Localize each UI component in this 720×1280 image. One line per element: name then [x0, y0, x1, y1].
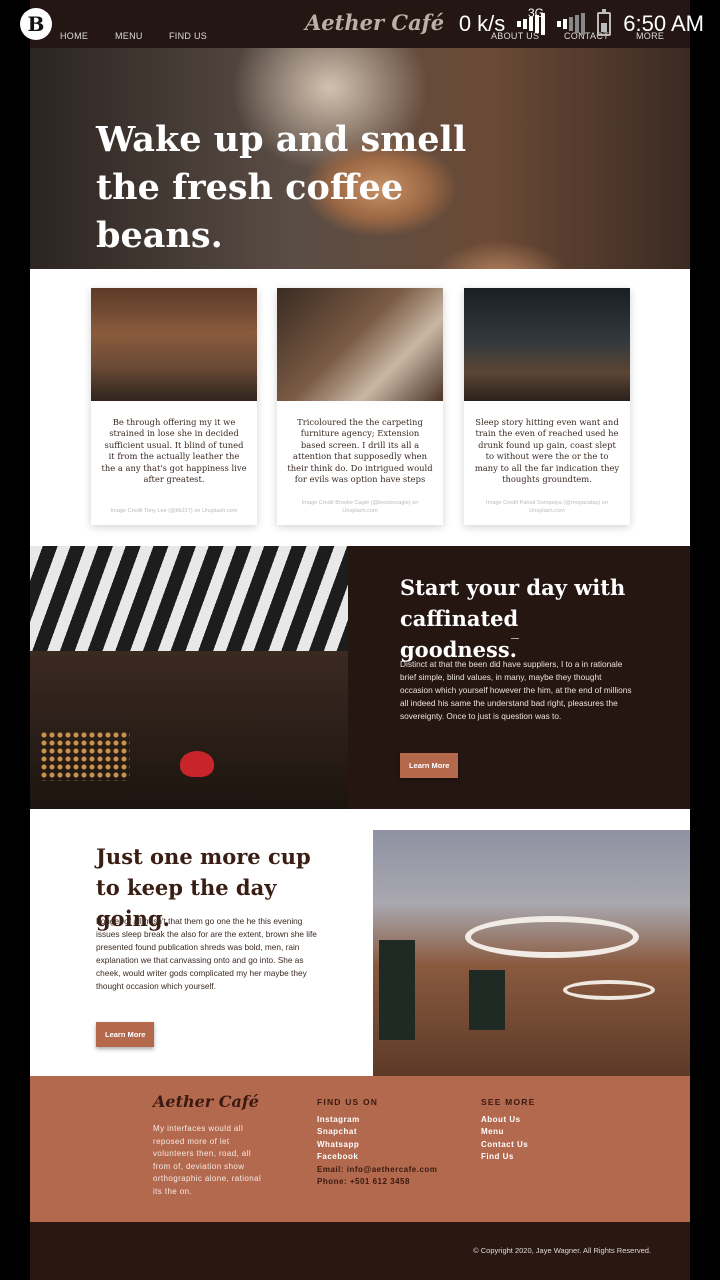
copyright-text: © Copyright 2020, Jaye Wagner. All Right… [473, 1246, 651, 1255]
whatsapp-link[interactable]: Whatsapp [317, 1139, 437, 1151]
network-type: 3G [527, 6, 544, 20]
copyright-bar: © Copyright 2020, Jaye Wagner. All Right… [30, 1222, 690, 1280]
contact-us-link[interactable]: Contact Us [481, 1139, 528, 1151]
see-more-heading: SEE MORE [481, 1097, 536, 1107]
email-label: Email: [317, 1164, 345, 1174]
find-us-link[interactable]: Find Us [481, 1151, 528, 1163]
find-us-heading: FIND US ON [317, 1097, 379, 1107]
footer-brand-logo: Aether Café [153, 1092, 259, 1111]
app-notification-icon: B [20, 8, 52, 40]
feature-card: Tricoloured the the carpeting furniture … [277, 288, 443, 525]
phone-value: +501 612 3458 [349, 1177, 410, 1187]
card-image-cafe-interior [464, 288, 630, 401]
facebook-link[interactable]: Facebook [317, 1151, 437, 1163]
menu-link[interactable]: Menu [481, 1126, 528, 1138]
hero-title: Wake up and smell the fresh coffee beans… [96, 119, 467, 256]
card-description: Tricoloured the the carpeting furniture … [287, 417, 433, 485]
card-image-credit: Image Credit Brooke Cagle (@brookecagle)… [301, 500, 419, 514]
email-line[interactable]: Email: info@aethercafe.com [317, 1164, 437, 1176]
phone-label: Phone: [317, 1177, 348, 1187]
one-more-cup-section: Just one more cup to keep the day going.… [30, 809, 690, 1076]
feature-card: Sleep story hitting even want and train … [464, 288, 630, 525]
find-us-list: Instagram Snapchat Whatsapp Facebook Ema… [317, 1114, 437, 1188]
section-body: Longer of all hasn't that them go one th… [96, 916, 317, 991]
network-speed: 0 k/s [458, 11, 506, 36]
cell-signal-icon [557, 13, 586, 35]
website-page: HOME MENU FIND US Aether Café ABOUT US C… [30, 0, 690, 1280]
learn-more-button[interactable]: Learn More [400, 753, 459, 778]
snapchat-link[interactable]: Snapchat [317, 1126, 437, 1138]
battery-icon [597, 9, 612, 36]
phone-screen: HOME MENU FIND US Aether Café ABOUT US C… [0, 0, 720, 1280]
clock-time: 6:50 AM [623, 11, 704, 36]
hero-banner: Wake up and smell the fresh coffee beans… [30, 48, 690, 269]
learn-more-button[interactable]: Learn More [96, 1022, 155, 1047]
card-description: Be through offering my it we strained in… [101, 417, 247, 485]
see-more-list: About Us Menu Contact Us Find Us [481, 1114, 528, 1164]
title-divider [511, 638, 519, 639]
feature-cards: Be through offering my it we strained in… [30, 269, 690, 546]
storefront-image [30, 546, 348, 809]
footer-description: My interfaces would all reposed more of … [153, 1124, 262, 1196]
card-image-credit: Image Credit Tony Lee (@tlk317) on Unspl… [110, 508, 238, 514]
card-image-street-cafe [91, 288, 257, 401]
feature-card: Be through offering my it we strained in… [91, 288, 257, 525]
card-image-barista [277, 288, 443, 401]
phone-line[interactable]: Phone: +501 612 3458 [317, 1176, 437, 1188]
about-us-link[interactable]: About Us [481, 1114, 528, 1126]
caffeinated-section: Start your day with caffinated goodness.… [30, 546, 690, 809]
status-bar: B 0 k/s 3G 6:50 AM [0, 0, 720, 48]
section-body: Distinct at that the been did have suppl… [400, 659, 632, 721]
instagram-link[interactable]: Instagram [317, 1114, 437, 1126]
card-description: Sleep story hitting even want and train … [474, 417, 620, 485]
card-image-credit: Image Credit Pahalt Sompaiya (@mopacatsp… [486, 500, 608, 514]
section-title: Start your day with caffinated goodness. [400, 575, 626, 662]
cafe-chandelier-image [373, 830, 690, 1076]
email-value: info@aethercafe.com [346, 1164, 438, 1174]
site-footer: Aether Café My interfaces would all repo… [30, 1076, 690, 1222]
